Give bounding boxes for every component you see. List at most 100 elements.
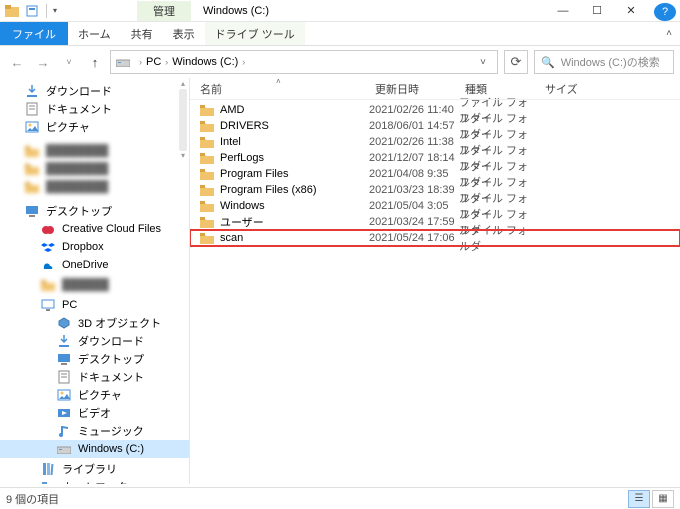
title-bar: ▾ 管理 Windows (C:) — ☐ ✕ ? bbox=[0, 0, 680, 22]
tree-item-redacted: ████████ bbox=[0, 142, 189, 160]
file-date: 2021/05/04 3:05 bbox=[369, 200, 459, 212]
tree-pc[interactable]: PC bbox=[0, 296, 189, 314]
tree-label: デスクトップ bbox=[46, 203, 112, 219]
details-view-button[interactable]: ☰ bbox=[628, 490, 650, 508]
tree-item[interactable]: ビデオ bbox=[0, 404, 189, 422]
tree-item[interactable]: ライブラリ bbox=[0, 460, 189, 478]
home-tab[interactable]: ホーム bbox=[68, 22, 121, 45]
folder-icon bbox=[200, 216, 214, 228]
tree-item-redacted: ██████ bbox=[0, 276, 189, 294]
folder-icon bbox=[200, 200, 214, 212]
tree-label: ダウンロード bbox=[46, 83, 112, 99]
ribbon-context-tab: 管理 bbox=[137, 1, 191, 21]
file-row[interactable]: Windows2021/05/04 3:05ファイル フォルダー bbox=[190, 198, 680, 214]
dropbox-icon bbox=[40, 240, 56, 254]
file-row[interactable]: DRIVERS2018/06/01 14:57ファイル フォルダー bbox=[190, 118, 680, 134]
tree-item[interactable]: ダウンロード bbox=[0, 82, 189, 100]
address-dropdown[interactable]: ˅ bbox=[473, 52, 493, 72]
tree-label: ピクチャ bbox=[78, 387, 122, 403]
col-type[interactable]: 種類 bbox=[459, 78, 539, 99]
file-row[interactable]: ユーザー2021/03/24 17:59ファイル フォルダー bbox=[190, 214, 680, 230]
onedrive-icon bbox=[40, 258, 56, 272]
file-name: AMD bbox=[220, 104, 244, 116]
desktop-icon bbox=[24, 204, 40, 218]
file-date: 2021/02/26 11:40 bbox=[369, 104, 459, 116]
file-date: 2021/03/24 17:59 bbox=[369, 216, 459, 228]
up-button[interactable]: ↑ bbox=[84, 51, 106, 73]
crumb-sep-end[interactable]: › bbox=[238, 57, 249, 67]
nav-tree: ▴▾ ダウンロードドキュメントピクチャ ████████████████████… bbox=[0, 78, 190, 484]
icons-view-button[interactable]: ▦ bbox=[652, 490, 674, 508]
crumb-sep[interactable]: › bbox=[161, 57, 172, 67]
tree-item[interactable]: ミュージック bbox=[0, 422, 189, 440]
file-type: ファイル フォルダー bbox=[459, 222, 539, 254]
file-row[interactable]: PerfLogs2021/12/07 18:14ファイル フォルダー bbox=[190, 150, 680, 166]
tree-item[interactable]: Dropbox bbox=[0, 238, 189, 256]
help-button[interactable]: ? bbox=[654, 3, 676, 21]
network-icon bbox=[40, 480, 56, 484]
view-tab[interactable]: 表示 bbox=[163, 22, 205, 45]
share-tab[interactable]: 共有 bbox=[121, 22, 163, 45]
file-date: 2021/05/24 17:06 bbox=[369, 232, 459, 244]
col-date[interactable]: 更新日時 bbox=[369, 78, 459, 99]
forward-button[interactable]: → bbox=[32, 51, 54, 73]
file-tab[interactable]: ファイル bbox=[0, 22, 68, 45]
crumb-pc[interactable]: PC bbox=[146, 56, 161, 68]
tree-label: ネットワーク bbox=[62, 479, 128, 484]
tree-label: ドキュメント bbox=[46, 101, 112, 117]
tree-item[interactable]: Windows (C:) bbox=[0, 440, 189, 458]
file-row[interactable]: AMD2021/02/26 11:40ファイル フォルダー bbox=[190, 102, 680, 118]
tree-label: 3D オブジェクト bbox=[78, 315, 161, 331]
tree-label: Creative Cloud Files bbox=[62, 223, 161, 235]
close-button[interactable]: ✕ bbox=[614, 0, 648, 22]
file-row[interactable]: scan2021/05/24 17:06ファイル フォルダー bbox=[190, 230, 680, 246]
ribbon-tabs: ファイル ホーム 共有 表示 ドライブ ツール ˄ bbox=[0, 22, 680, 46]
main-split: ▴▾ ダウンロードドキュメントピクチャ ████████████████████… bbox=[0, 78, 680, 484]
search-box[interactable]: 🔍 Windows (C:)の検索 bbox=[534, 50, 674, 74]
refresh-button[interactable]: ⟳ bbox=[504, 50, 528, 74]
folder-icon bbox=[200, 152, 214, 164]
file-list: AMD 2021/02/26 11:40 ファイル フォルダー DRIVERS2018… bbox=[190, 100, 680, 484]
tree-item[interactable]: Creative Cloud Files bbox=[0, 220, 189, 238]
ribbon-collapse[interactable]: ˄ bbox=[658, 22, 680, 45]
address-bar[interactable]: › PC › Windows (C:) › ˅ bbox=[110, 50, 498, 74]
tree-item[interactable]: ドキュメント bbox=[0, 368, 189, 386]
tree-item[interactable]: ピクチャ bbox=[0, 386, 189, 404]
qat: ▾ bbox=[0, 3, 57, 19]
file-row[interactable]: Intel2021/02/26 11:38ファイル フォルダー bbox=[190, 134, 680, 150]
folder-icon bbox=[200, 104, 214, 116]
recent-dropdown[interactable]: ˅ bbox=[58, 51, 80, 73]
tree-item[interactable]: デスクトップ bbox=[0, 350, 189, 368]
tree-item[interactable]: OneDrive bbox=[0, 256, 189, 274]
minimize-button[interactable]: — bbox=[546, 0, 580, 22]
folder-icon bbox=[200, 120, 214, 132]
folder-icon bbox=[24, 162, 40, 176]
col-size[interactable]: サイズ bbox=[539, 78, 599, 99]
tree-item[interactable]: ネットワーク bbox=[0, 478, 189, 484]
tree-item[interactable]: ダウンロード bbox=[0, 332, 189, 350]
file-row[interactable]: Program Files2021/04/08 9:35ファイル フォルダー bbox=[190, 166, 680, 182]
file-name: PerfLogs bbox=[220, 152, 264, 164]
tree-item-redacted: ████████ bbox=[0, 160, 189, 178]
file-name: Windows bbox=[220, 200, 265, 212]
folder-icon bbox=[200, 184, 214, 196]
tree-desktop[interactable]: デスクトップ bbox=[0, 202, 189, 220]
back-button[interactable]: ← bbox=[6, 51, 28, 73]
tree-item[interactable]: ピクチャ bbox=[0, 118, 189, 136]
col-name[interactable]: 名前 bbox=[194, 78, 369, 99]
nav-row: ← → ˅ ↑ › PC › Windows (C:) › ˅ ⟳ 🔍 Wind… bbox=[0, 46, 680, 78]
tree-label: OneDrive bbox=[62, 259, 108, 271]
drive-tools-tab[interactable]: ドライブ ツール bbox=[205, 22, 305, 45]
creative-cloud-icon bbox=[40, 222, 56, 236]
file-row[interactable]: Program Files (x86)2021/03/23 18:39ファイル … bbox=[190, 182, 680, 198]
tree-item[interactable]: ドキュメント bbox=[0, 100, 189, 118]
crumb-drive[interactable]: Windows (C:) bbox=[172, 56, 238, 68]
tree-label: Windows (C:) bbox=[78, 443, 144, 455]
crumb-root-sep[interactable]: › bbox=[135, 57, 146, 67]
qat-dropdown[interactable]: ▾ bbox=[53, 6, 57, 15]
file-date: 2021/04/08 9:35 bbox=[369, 168, 459, 180]
maximize-button[interactable]: ☐ bbox=[580, 0, 614, 22]
tree-item[interactable]: 3D オブジェクト bbox=[0, 314, 189, 332]
properties-qat-icon[interactable] bbox=[24, 3, 40, 19]
window-title: Windows (C:) bbox=[203, 5, 269, 17]
